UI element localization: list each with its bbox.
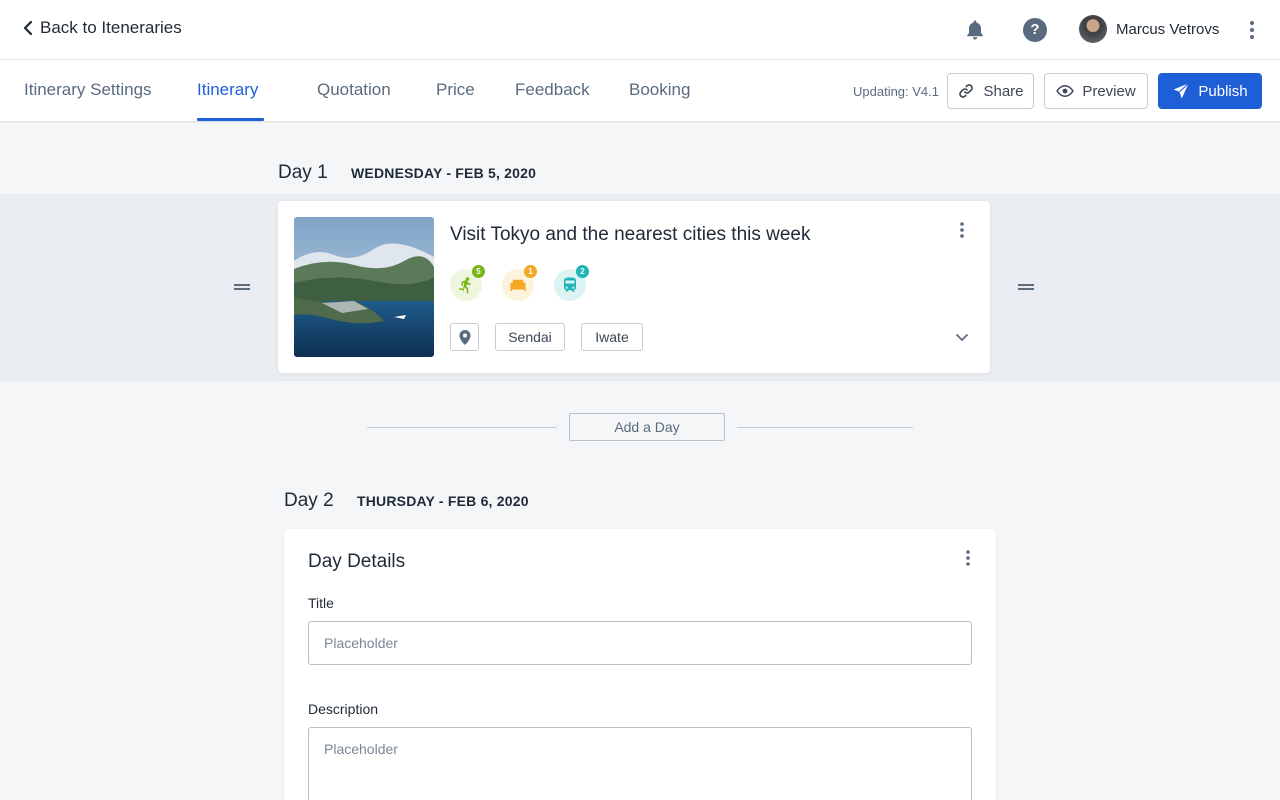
day-details-heading: Day Details — [308, 551, 406, 572]
divider-left — [367, 427, 557, 428]
description-textarea[interactable] — [308, 727, 972, 800]
top-bar: Back to Iteneraries ? Marcus Vetrovs — [0, 0, 1280, 60]
tab-quotation[interactable]: Quotation — [317, 80, 391, 100]
location-tag-iwate[interactable]: Iwate — [581, 323, 643, 351]
description-field-label: Description — [308, 701, 379, 717]
publish-label: Publish — [1198, 82, 1248, 100]
user-name: Marcus Vetrovs — [1116, 20, 1220, 38]
tab-feedback[interactable]: Feedback — [515, 80, 590, 100]
day-details-card: Day Details Title Description — [284, 529, 996, 800]
drag-handle-right-icon[interactable] — [1018, 284, 1034, 290]
tab-itinerary-settings[interactable]: Itinerary Settings — [24, 80, 152, 100]
day-details-more-options-icon[interactable] — [960, 549, 976, 569]
title-field-label: Title — [308, 595, 334, 611]
train-amenity[interactable]: 2 — [554, 265, 589, 301]
avatar — [1079, 15, 1107, 43]
chevron-left-icon — [23, 20, 33, 36]
bell-icon[interactable] — [963, 18, 987, 42]
title-input[interactable] — [308, 621, 972, 665]
eye-icon — [1056, 84, 1075, 98]
drag-handle-left-icon[interactable] — [234, 284, 250, 290]
active-tab-indicator — [197, 118, 264, 121]
day-1-title: Day 1 — [278, 162, 328, 183]
day-2-date: THURSDAY - FEB 6, 2020 — [357, 493, 529, 509]
train-count-badge: 2 — [576, 265, 589, 278]
tab-bar: Itinerary Settings Itinerary Quotation P… — [0, 60, 1280, 122]
share-label: Share — [983, 82, 1024, 100]
add-day-button[interactable]: Add a Day — [569, 413, 725, 441]
location-tag-sendai[interactable]: Sendai — [495, 323, 565, 351]
divider-right — [737, 427, 913, 428]
hotel-count-badge: 1 — [524, 265, 537, 278]
tab-price[interactable]: Price — [436, 80, 475, 100]
hotel-amenity[interactable]: 1 — [502, 265, 537, 301]
user-menu[interactable]: Marcus Vetrovs — [1079, 15, 1219, 43]
activity-count-badge: 5 — [472, 265, 485, 278]
back-label: Back to Iteneraries — [40, 18, 182, 37]
activity-amenity[interactable]: 5 — [450, 265, 485, 301]
tab-booking[interactable]: Booking — [629, 80, 690, 100]
version-status: Updating: V4.1 — [853, 84, 940, 99]
tab-itinerary[interactable]: Itinerary — [197, 80, 258, 100]
day-2-title: Day 2 — [284, 490, 334, 511]
link-icon — [959, 84, 974, 98]
location-button[interactable] — [450, 323, 479, 351]
item-more-options-icon[interactable] — [954, 221, 970, 241]
back-to-itineraries-link[interactable]: Back to Iteneraries — [22, 18, 182, 38]
more-options-icon[interactable] — [1244, 18, 1260, 42]
help-icon[interactable]: ? — [1023, 18, 1047, 42]
hotel-icon — [510, 279, 526, 291]
chevron-down-icon[interactable] — [954, 331, 970, 343]
train-icon — [564, 277, 576, 292]
send-icon — [1173, 83, 1190, 99]
day-1-date: WEDNESDAY - FEB 5, 2020 — [351, 165, 537, 181]
destination-photo — [294, 217, 434, 357]
share-button[interactable]: Share — [947, 73, 1034, 109]
activity-icon — [459, 277, 471, 294]
map-pin-icon — [459, 330, 471, 345]
itinerary-item-card[interactable]: Visit Tokyo and the nearest cities this … — [278, 201, 990, 373]
item-title: Visit Tokyo and the nearest cities this … — [450, 224, 811, 245]
publish-button[interactable]: Publish — [1158, 73, 1262, 109]
preview-label: Preview — [1082, 82, 1136, 100]
preview-button[interactable]: Preview — [1044, 73, 1148, 109]
